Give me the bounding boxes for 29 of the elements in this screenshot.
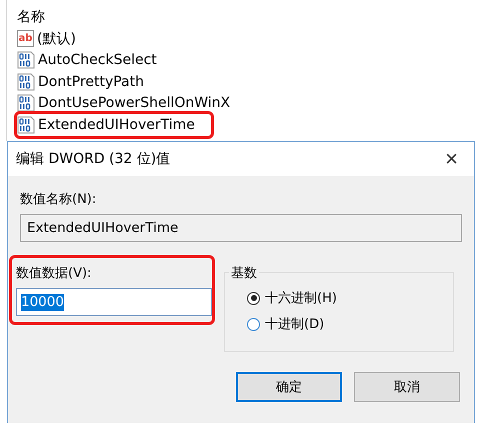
string-value-icon: ab	[17, 30, 34, 48]
value-data-field[interactable]: 10000	[16, 288, 212, 316]
radio-button[interactable]	[247, 318, 260, 330]
dialog-button[interactable]: 确定	[236, 372, 342, 402]
group-label: 基数	[229, 264, 259, 282]
radio-button[interactable]	[247, 292, 260, 304]
close-button[interactable]: ×	[441, 146, 462, 172]
field-label: 数值名称(N):	[20, 191, 98, 208]
value-name-field[interactable]: ExtendedUIHoverTime	[20, 214, 462, 242]
field-label: 数值数据(V):	[16, 265, 92, 282]
binary-value-icon	[17, 116, 35, 134]
value-name: (默认)	[37, 30, 76, 48]
value-name: DontPrettyPath	[38, 74, 144, 90]
binary-value-icon	[17, 94, 35, 112]
radio-option[interactable]: 十进制(D)	[247, 315, 324, 333]
column-header[interactable]: 名称	[17, 6, 45, 28]
value-name: DontUsePowerShellOnWinX	[38, 95, 230, 112]
dialog-button[interactable]: 取消	[354, 372, 460, 402]
radio-option[interactable]: 十六进制(H)	[247, 289, 337, 307]
value-row[interactable]: AutoCheckSelect	[17, 50, 161, 71]
value-name: AutoCheckSelect	[38, 52, 157, 68]
value-row[interactable]: DontPrettyPath	[17, 71, 148, 92]
value-name: ExtendedUIHoverTime	[38, 116, 195, 133]
binary-value-icon	[17, 51, 35, 70]
window-title: 编辑 DWORD (32 位)值	[16, 150, 170, 168]
highlight-frame[interactable]: ExtendedUIHoverTime	[17, 114, 211, 136]
value-row[interactable]: DontUsePowerShellOnWinX	[17, 92, 234, 114]
value-row[interactable]: ab (默认)	[17, 28, 80, 50]
binary-value-icon	[17, 72, 35, 91]
